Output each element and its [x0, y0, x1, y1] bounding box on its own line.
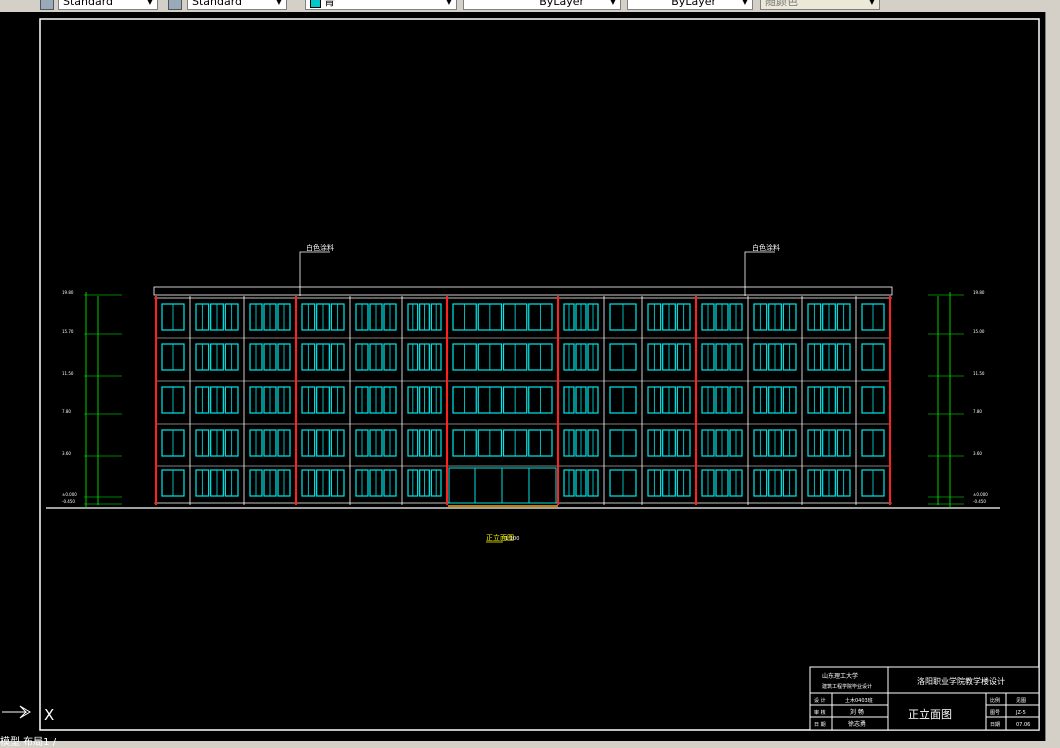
- chevron-down-icon[interactable]: ▼: [867, 0, 877, 8]
- lineweight-dropdown[interactable]: ByLayer ▼: [627, 0, 753, 10]
- level-label: 19.80: [62, 290, 74, 295]
- tb-row-key: 审 核: [814, 709, 826, 716]
- linetype-value: ByLayer: [539, 0, 584, 8]
- leader-line-left: [299, 251, 330, 296]
- level-label: 15.70: [62, 329, 74, 334]
- text-style-icon[interactable]: [40, 0, 54, 10]
- left-level-marks: 19.80 15.70 11.50 7.80 3.60 ±0.000 -0.450: [62, 290, 122, 508]
- text-style-dropdown[interactable]: Standard ▼: [58, 0, 158, 10]
- level-label: 11.50: [973, 371, 985, 376]
- project-title: 洛阳职业学院教学楼设计: [917, 676, 1005, 686]
- tb-right-val: JZ-5: [1015, 710, 1026, 716]
- text-style-value: Standard: [63, 0, 114, 8]
- chevron-down-icon[interactable]: ▼: [444, 0, 454, 8]
- lineweight-value: ByLayer: [671, 0, 716, 8]
- level-label: -0.450: [62, 499, 75, 504]
- chevron-down-icon[interactable]: ▼: [274, 0, 284, 8]
- drawing-canvas[interactable]: 白色涂料 白色涂料 正立面图 1:100 19.80 15.70 11.50 7.80…: [0, 12, 1045, 741]
- tb-right-key: 图号: [990, 710, 1000, 716]
- level-label: 3.60: [973, 451, 982, 456]
- color-swatch: [310, 0, 321, 8]
- level-label: 3.60: [62, 451, 71, 456]
- plot-style-value: 随颜色: [765, 0, 798, 8]
- tb-row-key: 设 计: [814, 697, 826, 704]
- color-value: 青: [324, 0, 335, 8]
- school-name: 山东理工大学: [822, 672, 858, 680]
- elevation-drawing: 白色涂料 白色涂料 正立面图 1:100 19.80 15.70 11.50 7.80…: [2, 18, 1040, 731]
- dim-style-value: Standard: [192, 0, 243, 8]
- ucs-axis-label: X: [44, 706, 54, 724]
- tb-row-val: 刘 畅: [850, 708, 864, 716]
- tb-right-key: 日期: [990, 722, 1000, 728]
- level-label: 7.80: [62, 409, 71, 414]
- view-scale: 1:100: [505, 536, 519, 542]
- dim-style-icon[interactable]: [168, 0, 182, 10]
- color-dropdown[interactable]: 青 ▼: [305, 0, 457, 10]
- tb-row-key: 日 期: [814, 722, 826, 728]
- level-label: -0.450: [973, 499, 986, 504]
- level-label: 11.50: [62, 371, 74, 376]
- chevron-down-icon[interactable]: ▼: [740, 0, 750, 8]
- level-label: 19.80: [973, 290, 985, 295]
- chevron-down-icon[interactable]: ▼: [608, 0, 618, 8]
- school-department: 建筑工程学院毕业设计: [822, 683, 872, 690]
- level-label: ±0.000: [62, 492, 77, 497]
- tb-right-val: 07.06: [1016, 722, 1030, 728]
- callout-left: 白色涂料: [306, 243, 334, 252]
- callout-right: 白色涂料: [752, 243, 780, 252]
- parapet: [153, 286, 893, 296]
- tb-right-val: 见图: [1016, 698, 1026, 704]
- leader-line-right: [744, 251, 775, 296]
- facade-elevation: [46, 286, 1000, 509]
- drawing-name: 正立面图: [908, 707, 952, 721]
- level-label: 15.00: [973, 329, 985, 334]
- tb-row-val: 土木0403班: [845, 697, 873, 704]
- dim-style-dropdown[interactable]: Standard ▼: [187, 0, 287, 10]
- title-block: 山东理工大学 建筑工程学院毕业设计 洛阳职业学院教学楼设计 正立面图 设 计 土…: [809, 666, 1040, 731]
- level-label: ±0.000: [973, 492, 988, 497]
- chevron-down-icon[interactable]: ▼: [145, 0, 155, 8]
- plot-style-dropdown[interactable]: 随颜色 ▼: [760, 0, 880, 10]
- ucs-icon: [2, 705, 31, 719]
- tb-right-key: 比例: [990, 697, 1000, 704]
- linetype-dropdown[interactable]: ByLayer ▼: [463, 0, 621, 10]
- vertical-scrollbar[interactable]: [1045, 12, 1060, 741]
- tb-row-val: 徐志勇: [848, 720, 866, 728]
- level-label: 7.80: [973, 409, 982, 414]
- right-level-marks: 19.80 15.00 11.50 7.80 3.60 ±0.000 -0.450: [928, 290, 988, 508]
